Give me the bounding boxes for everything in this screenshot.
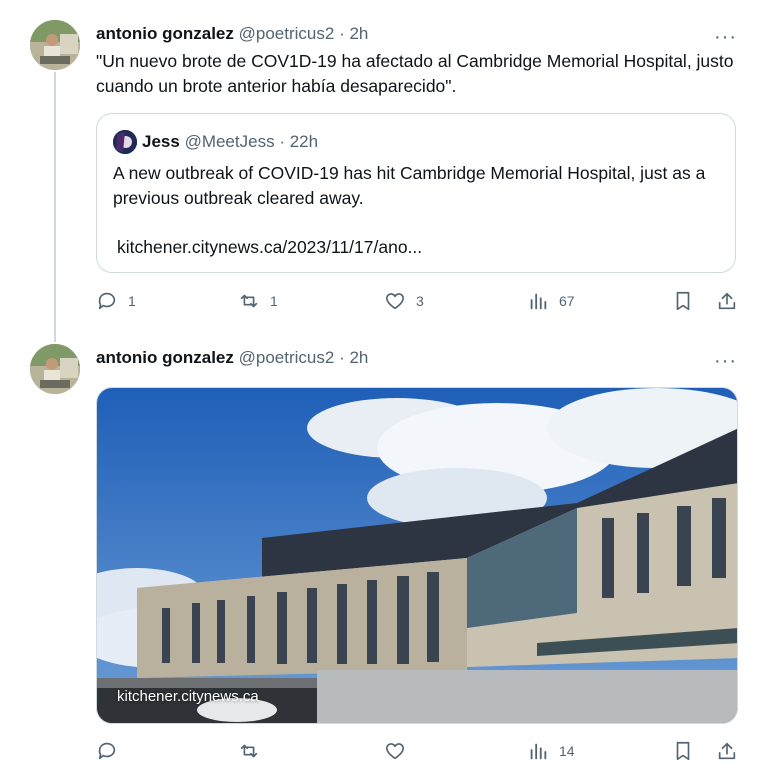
reply-count: 1 bbox=[128, 293, 136, 309]
repost-icon bbox=[240, 294, 258, 308]
quote-author-name: Jess bbox=[142, 132, 180, 151]
quote-header: Jess @MeetJess · 22h bbox=[142, 132, 318, 152]
quote-timestamp: · 22h bbox=[279, 132, 319, 151]
quote-avatar bbox=[113, 130, 137, 154]
more-icon[interactable]: ··· bbox=[714, 351, 737, 371]
bookmark-button[interactable] bbox=[672, 290, 694, 312]
views-count: 14 bbox=[559, 743, 575, 759]
timestamp[interactable]: · 2h bbox=[339, 24, 368, 43]
tweet-text: "Un nuevo brote de COV1D-19 ha afectado … bbox=[96, 51, 734, 96]
share-button[interactable] bbox=[716, 290, 738, 312]
like-count: 3 bbox=[416, 293, 424, 309]
views-icon bbox=[530, 743, 547, 760]
like-button[interactable] bbox=[384, 740, 416, 762]
bookmark-icon bbox=[676, 291, 690, 311]
author-handle[interactable]: @poetricus2 bbox=[239, 348, 335, 367]
quoted-tweet[interactable]: Jess @MeetJess · 22h A new outbreak of C… bbox=[96, 113, 736, 273]
author-name[interactable]: antonio gonzalez bbox=[96, 348, 234, 367]
views-button[interactable]: 67 bbox=[527, 290, 575, 312]
like-button[interactable]: 3 bbox=[384, 290, 424, 312]
quote-author-handle: @MeetJess bbox=[184, 132, 275, 151]
author-name[interactable]: antonio gonzalez bbox=[96, 24, 234, 43]
repost-button[interactable] bbox=[238, 740, 270, 762]
reply-button[interactable]: 1 bbox=[96, 290, 136, 312]
views-icon bbox=[530, 293, 547, 310]
tweet-header: antonio gonzalez @poetricus2 · 2h bbox=[96, 348, 368, 368]
tweet-media-image[interactable]: kitchener.citynews.ca bbox=[96, 387, 738, 724]
timestamp[interactable]: · 2h bbox=[339, 348, 368, 367]
bookmark-button[interactable] bbox=[672, 740, 694, 762]
tweet-1[interactable]: antonio gonzalez @poetricus2 · 2h ··· "U… bbox=[0, 0, 764, 340]
share-icon bbox=[718, 742, 736, 760]
reply-button[interactable] bbox=[96, 740, 128, 762]
like-icon bbox=[385, 743, 405, 760]
author-handle[interactable]: @poetricus2 bbox=[239, 24, 335, 43]
repost-count: 1 bbox=[270, 293, 278, 309]
like-icon bbox=[385, 293, 405, 310]
share-button[interactable] bbox=[716, 740, 738, 762]
reply-icon bbox=[98, 742, 116, 760]
bookmark-icon bbox=[676, 741, 690, 761]
media-source-caption: kitchener.citynews.ca bbox=[117, 688, 259, 705]
repost-button[interactable]: 1 bbox=[238, 290, 278, 312]
quote-link[interactable]: kitchener.citynews.ca/2023/11/17/ano... bbox=[117, 237, 422, 258]
reply-icon bbox=[98, 292, 116, 310]
share-icon bbox=[718, 292, 736, 310]
tweet-header: antonio gonzalez @poetricus2 · 2h bbox=[96, 24, 368, 44]
hospital-photo bbox=[97, 388, 737, 723]
views-count: 67 bbox=[559, 293, 575, 309]
tweet-actions: 1 1 3 67 bbox=[96, 290, 746, 314]
avatar[interactable] bbox=[30, 344, 80, 394]
views-button[interactable]: 14 bbox=[527, 740, 575, 762]
tweet-actions: 14 bbox=[96, 740, 746, 764]
avatar[interactable] bbox=[30, 20, 80, 70]
quote-text: A new outbreak of COVID-19 has hit Cambr… bbox=[113, 163, 706, 208]
more-icon[interactable]: ··· bbox=[714, 27, 737, 47]
repost-icon bbox=[240, 744, 258, 758]
